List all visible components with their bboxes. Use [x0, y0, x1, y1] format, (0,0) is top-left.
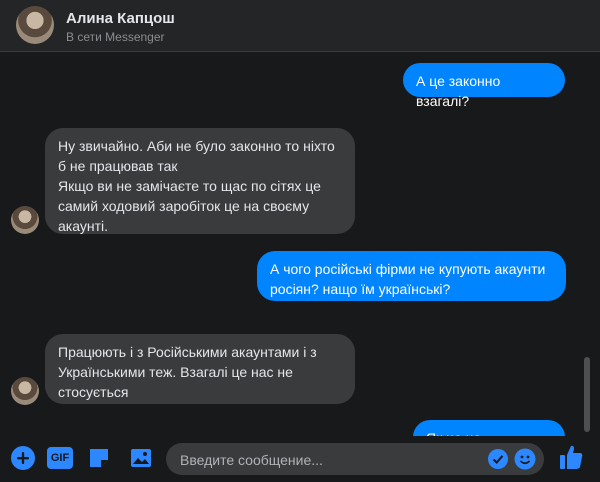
message-input-container[interactable] — [166, 443, 544, 477]
chat-header: Алина Капцош В сети Messenger — [0, 0, 600, 52]
message-incoming[interactable]: Працюють і з Російськими акаунтами і з У… — [45, 334, 355, 404]
contact-avatar-small — [11, 377, 39, 405]
scrollbar[interactable] — [584, 357, 590, 432]
gif-label: GIF — [47, 447, 73, 469]
image-icon[interactable] — [128, 445, 154, 471]
check-icon[interactable] — [488, 449, 508, 469]
composer-bar: GIF — [0, 436, 600, 482]
message-incoming[interactable]: Ну звичайно. Аби не було законно то ніхт… — [45, 128, 355, 234]
add-icon[interactable] — [10, 445, 36, 471]
message-outgoing[interactable]: А чого російські фірми не купують акаунт… — [257, 251, 566, 301]
message-list[interactable]: А це законно взагалі? Ну звичайно. Аби н… — [0, 52, 600, 436]
sticker-icon[interactable] — [86, 445, 112, 471]
contact-avatar-small — [11, 206, 39, 234]
contact-name[interactable]: Алина Капцош — [66, 10, 175, 27]
message-outgoing[interactable]: Як це не стосується? — [413, 420, 565, 436]
message-outgoing[interactable]: А це законно взагалі? — [403, 63, 565, 109]
message-input[interactable] — [178, 443, 482, 477]
gif-icon[interactable]: GIF — [47, 445, 73, 471]
emoji-icon[interactable] — [514, 448, 536, 470]
thumbs-up-icon[interactable] — [557, 442, 585, 472]
contact-avatar[interactable] — [16, 6, 54, 44]
contact-status: В сети Messenger — [66, 30, 165, 44]
